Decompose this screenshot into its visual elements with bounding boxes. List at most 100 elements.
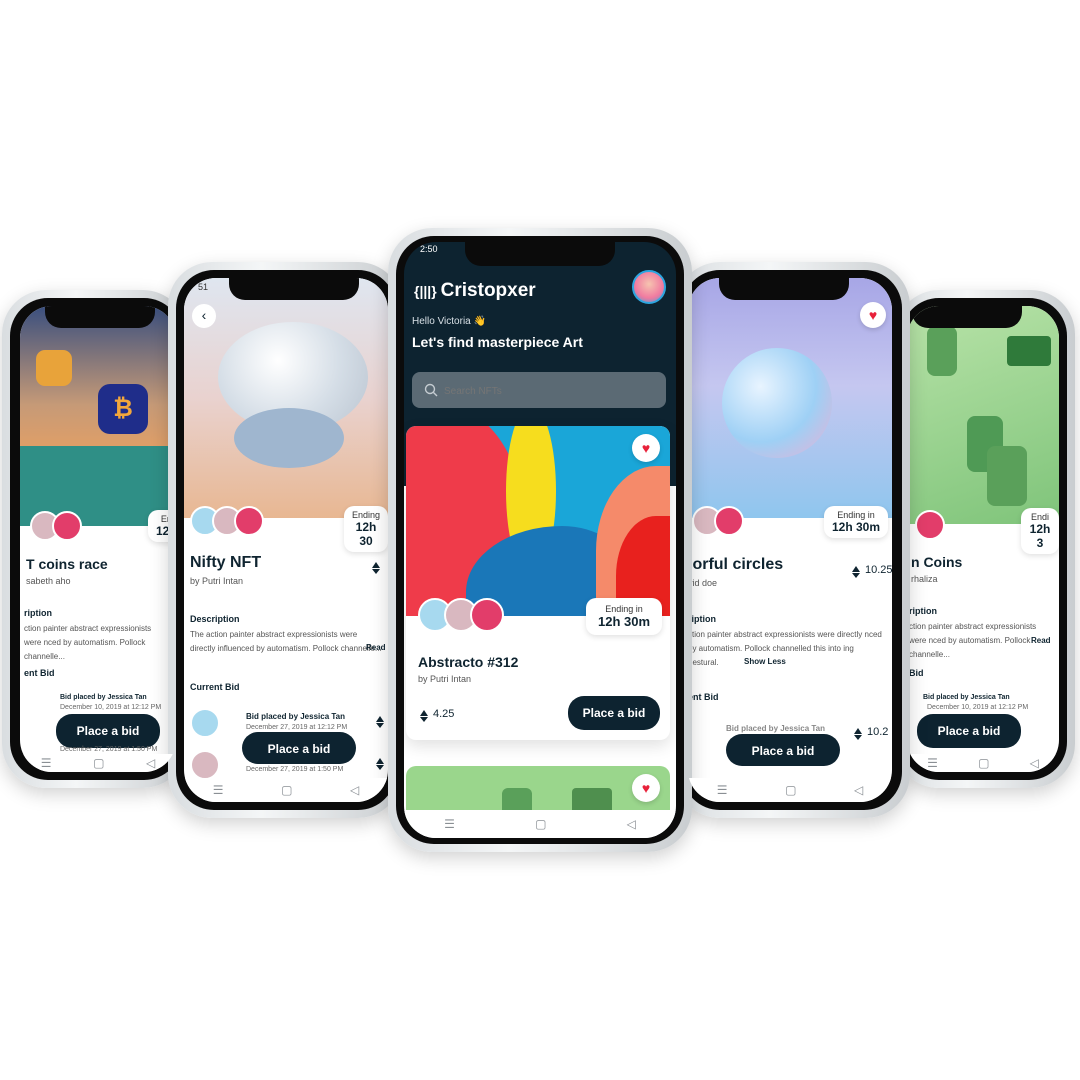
nft-image: [406, 426, 670, 616]
abstract-shape: [234, 408, 344, 468]
place-bid-button[interactable]: Place a bid: [726, 734, 840, 766]
avatar: [52, 511, 82, 541]
avatar: [470, 598, 504, 632]
phone-near-right: ♥ Ending in 12h 30m lorful circles vid d…: [676, 262, 910, 818]
android-nav-bar: ☰ ▢ ◁: [404, 810, 676, 838]
search-input[interactable]: [442, 380, 646, 402]
ending-value: 12h 30m: [598, 614, 651, 629]
bid-date: December 27, 2019 at 1:50 PM: [60, 746, 158, 753]
nft-image: [907, 306, 1059, 524]
android-nav-bar: ☰ ▢ ◁: [907, 754, 1059, 772]
avatar: [915, 510, 945, 540]
nft-title: Abstracto #312: [418, 654, 519, 670]
android-nav-bar: ☰ ▢ ◁: [688, 778, 892, 802]
avatar: [714, 506, 744, 536]
menu-icon[interactable]: ☰: [444, 817, 455, 831]
ending-value: 12h 3: [1029, 522, 1051, 550]
ending-badge: Ending 12h 30: [344, 506, 388, 552]
nft-author: sabeth aho: [26, 576, 71, 586]
nft-author: by Putri Intan: [418, 674, 472, 684]
menu-icon[interactable]: ☰: [717, 783, 728, 797]
home-icon[interactable]: ▢: [978, 756, 989, 770]
solar-panel: [1007, 336, 1051, 366]
show-less-link[interactable]: Show Less: [744, 657, 786, 666]
home-icon[interactable]: ▢: [785, 783, 796, 797]
heart-icon[interactable]: ♥: [632, 774, 660, 802]
current-bid-label: ent Bid: [24, 668, 55, 678]
nft-author: by Putri Intan: [190, 576, 244, 586]
current-bid-label: Current Bid: [190, 682, 240, 692]
back-icon[interactable]: ◁: [1030, 756, 1039, 770]
phone-far-left: ₿ En 12h T coins race sabeth aho ription…: [2, 290, 187, 788]
bid-date: December 10, 2019 at 12:12 PM: [927, 704, 1029, 711]
search-icon: [424, 383, 438, 397]
abstract-sphere: [722, 348, 832, 458]
token-cube: [36, 350, 72, 386]
back-icon[interactable]: ◁: [854, 783, 863, 797]
status-time: 2:50: [420, 244, 438, 254]
current-bid-label: Bid: [909, 668, 924, 678]
price-value: 4.25: [433, 708, 455, 720]
ending-badge: Endi 12h 3: [1021, 508, 1059, 554]
eth-icon: [372, 560, 385, 574]
eth-icon: [854, 728, 862, 740]
bidder-avatars: [915, 510, 945, 540]
bid-date: December 27, 2019 at 12:12 PM: [246, 724, 348, 731]
logo-icon: {|||}: [414, 283, 437, 299]
home-icon[interactable]: ▢: [281, 783, 292, 797]
screen: 2:50 {|||} Cristopxer Hello Victoria 👋 Le…: [404, 242, 676, 838]
notch: [45, 306, 155, 328]
notch: [912, 306, 1022, 328]
status-time: 51: [198, 282, 209, 292]
notch: [719, 278, 849, 300]
place-bid-button[interactable]: Place a bid: [56, 714, 160, 748]
home-icon[interactable]: ▢: [93, 756, 104, 770]
description-text: ction painter abstract expressionists we…: [688, 630, 882, 667]
place-bid-button[interactable]: Place a bid: [242, 732, 356, 764]
nft-title: lorful circles: [688, 556, 784, 573]
coin-stack: [987, 446, 1027, 506]
android-nav-bar: ☰ ▢ ◁: [20, 754, 176, 772]
back-icon[interactable]: ◁: [146, 756, 155, 770]
screen: ♥ Ending in 12h 30m lorful circles vid d…: [688, 278, 892, 802]
avatar: [234, 506, 264, 536]
ending-label: Ending in: [837, 510, 875, 520]
brand-logo: {|||} Cristopxer: [414, 280, 536, 302]
description-label: ription: [24, 608, 52, 618]
android-nav-bar: ☰ ▢ ◁: [184, 778, 388, 802]
nft-price: 10.25: [852, 564, 892, 578]
menu-icon[interactable]: ☰: [927, 756, 938, 770]
ending-label: Ending: [352, 510, 381, 520]
ending-badge: Ending in 12h 30m: [824, 506, 889, 538]
search-bar[interactable]: [412, 372, 666, 408]
heart-icon[interactable]: ♥: [860, 302, 886, 328]
read-more-link[interactable]: Read: [366, 643, 386, 652]
back-icon[interactable]: ◁: [627, 817, 636, 831]
bitcoin-cube: ₿: [98, 384, 148, 434]
menu-icon[interactable]: ☰: [213, 783, 224, 797]
read-more-link[interactable]: Read: [1031, 636, 1051, 645]
nft-card[interactable]: ♥ Ending in 12h 30m Abstracto #312 by Pu…: [406, 426, 670, 740]
phone-far-right: Endi 12h 3 n Coins rhaliza ription ction…: [895, 290, 1075, 788]
place-bid-button[interactable]: Place a bid: [917, 714, 1021, 748]
back-arrow-icon[interactable]: ‹: [192, 304, 216, 328]
coin-stack: [927, 326, 957, 376]
ending-label: Endi: [1030, 512, 1049, 522]
ending-value: 12h 30: [355, 520, 377, 548]
price-value: 10.2: [867, 726, 889, 738]
menu-icon[interactable]: ☰: [41, 756, 52, 770]
nft-title: n Coins: [911, 554, 963, 570]
profile-avatar[interactable]: [632, 270, 666, 304]
bidder-avatars: [692, 506, 744, 536]
bidder-avatars: [30, 511, 82, 541]
back-icon[interactable]: ◁: [350, 783, 359, 797]
brand-name: Cristopxer: [440, 280, 536, 301]
avatar: [190, 750, 220, 780]
home-icon[interactable]: ▢: [535, 817, 546, 831]
heart-icon[interactable]: ♥: [632, 434, 660, 462]
screen: ₿ En 12h T coins race sabeth aho ription…: [20, 306, 176, 772]
description-text: ction painter abstract expressionists we…: [24, 624, 152, 661]
nft-price: 4.25: [420, 708, 455, 722]
ending-value: 12h 30m: [832, 520, 881, 534]
place-bid-button[interactable]: Place a bid: [568, 696, 660, 730]
